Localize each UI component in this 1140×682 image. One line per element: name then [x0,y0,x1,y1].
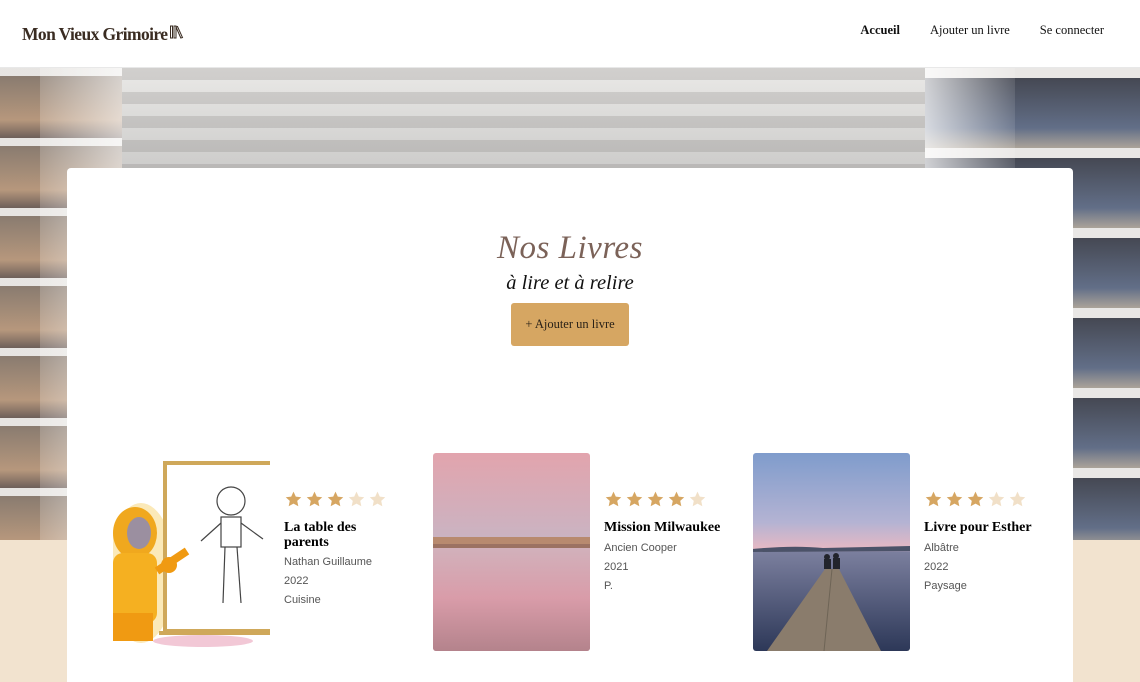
star-icon [689,491,706,506]
star-icon [668,491,685,506]
star-icon [1009,491,1026,506]
star-icon [605,491,622,506]
book-info: Livre pour Esther Albâtre 2022 Paysage [924,489,1044,593]
book-author: Nathan Guillaume [284,556,373,568]
books-icon [170,25,184,44]
book-year: 2021 [604,560,629,573]
page-title: Nos Livres [497,230,643,266]
site-header: Mon Vieux Grimoire Accueil Ajouter un li… [0,0,1140,68]
star-icon [925,491,942,506]
nav-accueil[interactable]: Accueil [860,22,900,38]
book-cover [433,453,590,651]
star-icon [967,491,984,506]
book-year: 2022 [284,575,309,587]
book-info: Mission Milwaukee Ancien Cooper 2021 P. [604,489,724,593]
rating-stars [284,489,404,509]
page-subtitle: à lire et à relire [506,272,634,294]
book-cover [113,453,270,651]
star-icon [285,491,302,506]
book-title: Livre pour Esther [924,520,1032,535]
rating-stars [604,489,724,509]
rating-stars [924,489,1044,509]
add-book-button[interactable]: + Ajouter un livre [511,303,629,346]
star-icon [988,491,1005,506]
logo-text: Mon Vieux Grimoire [22,23,168,44]
site-logo[interactable]: Mon Vieux Grimoire [22,22,184,46]
main-nav: Accueil Ajouter un livre Se connecter [830,22,1104,38]
book-cover [753,453,910,651]
star-icon [369,491,386,506]
book-year: 2022 [924,560,949,573]
star-icon [626,491,643,506]
star-icon [327,491,344,506]
nav-se-connecter[interactable]: Se connecter [1040,22,1104,38]
book-author: Albâtre [924,541,959,554]
books-card: Nos Livres à lire et à relire + Ajouter … [67,168,1073,682]
book-card[interactable]: Mission Milwaukee Ancien Cooper 2021 P. [433,453,723,651]
book-genre: Paysage [924,579,967,592]
star-icon [946,491,963,506]
book-info: La table des parents Nathan Guillaume 20… [284,489,404,607]
star-icon [647,491,664,506]
star-icon [306,491,323,506]
star-icon [348,491,365,506]
book-genre: P. [604,579,613,592]
book-card[interactable]: La table des parents Nathan Guillaume 20… [113,453,403,651]
nav-ajouter-livre[interactable]: Ajouter un livre [930,22,1010,38]
book-genre: Cuisine [284,594,321,606]
book-title: Mission Milwaukee [604,520,721,535]
book-author: Ancien Cooper [604,541,677,554]
book-title: La table des parents [284,520,357,550]
book-card[interactable]: Livre pour Esther Albâtre 2022 Paysage [753,453,1043,651]
